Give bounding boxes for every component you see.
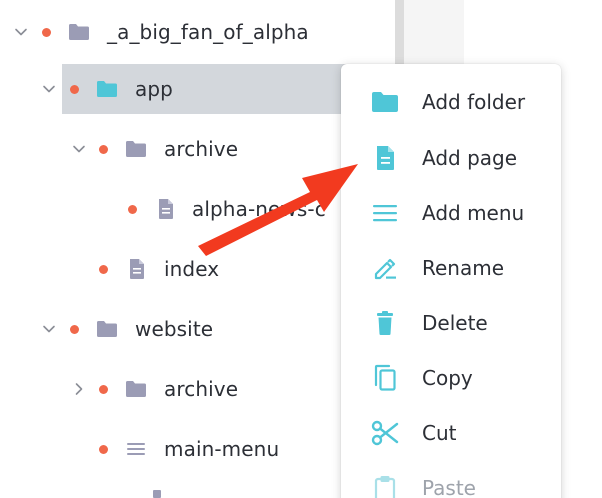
trash-icon xyxy=(369,295,401,350)
menu-item-label: Paste xyxy=(422,475,476,498)
menu-item-label: Add menu xyxy=(422,200,525,225)
status-dot xyxy=(97,124,109,174)
tree-item-label: main-menu xyxy=(164,437,280,461)
tree-item-alpha-news[interactable]: alpha-news-c xyxy=(0,184,395,234)
tree-item-label: archive xyxy=(164,137,239,161)
scissors-icon xyxy=(369,405,401,460)
status-dot xyxy=(97,364,109,414)
clipboard-icon xyxy=(369,460,401,498)
status-dot xyxy=(97,244,109,294)
status-dot xyxy=(68,304,80,354)
status-dot xyxy=(40,7,52,57)
status-dot xyxy=(97,424,109,474)
menu-item-label: Delete xyxy=(422,310,488,335)
cut-menu-item[interactable]: Cut xyxy=(341,405,561,460)
folder-icon xyxy=(123,124,149,174)
file-tree: _a_big_fan_of_alpha app archive alpha-ne… xyxy=(0,0,395,498)
menu-icon xyxy=(123,424,149,474)
menu-item-label: Add page xyxy=(422,145,518,170)
folder-icon xyxy=(369,74,401,129)
tree-item-label: archive xyxy=(164,377,239,401)
tree-item-archive[interactable]: archive xyxy=(0,124,395,174)
tree-item-website[interactable]: website xyxy=(0,304,395,354)
tree-item-label: alpha-news-c xyxy=(192,197,326,221)
context-menu: Add folder Add page Add menu Rename Dele xyxy=(341,64,561,498)
page-icon xyxy=(369,130,401,185)
chevron-down-icon[interactable] xyxy=(40,304,58,354)
folder-icon xyxy=(94,64,120,114)
paste-menu-item[interactable]: Paste xyxy=(341,460,561,498)
tree-item-label: index xyxy=(164,257,220,281)
tree-item-label: website xyxy=(135,317,214,341)
chevron-down-icon[interactable] xyxy=(70,124,88,174)
menu-item-label: Copy xyxy=(422,365,473,390)
add-page-menu-item[interactable]: Add page xyxy=(341,130,561,185)
delete-menu-item[interactable]: Delete xyxy=(341,295,561,350)
folder-icon xyxy=(123,364,149,414)
copy-menu-item[interactable]: Copy xyxy=(341,350,561,405)
folder-icon xyxy=(153,490,161,498)
tree-item-index[interactable]: index xyxy=(0,244,395,294)
folder-icon xyxy=(94,304,120,354)
rename-menu-item[interactable]: Rename xyxy=(341,240,561,295)
tree-item-app[interactable]: app xyxy=(0,64,395,114)
page-icon xyxy=(124,244,150,294)
app-window: _a_big_fan_of_alpha app archive alpha-ne… xyxy=(0,0,602,498)
tree-item-label: app xyxy=(135,77,173,101)
chevron-down-icon[interactable] xyxy=(40,64,58,114)
tree-item-website-archive[interactable]: archive xyxy=(0,364,395,414)
tree-item-label: _a_big_fan_of_alpha xyxy=(107,20,309,44)
status-dot xyxy=(68,64,80,114)
chevron-right-icon[interactable] xyxy=(70,364,88,414)
menu-item-label: Rename xyxy=(422,255,505,280)
add-folder-menu-item[interactable]: Add folder xyxy=(341,74,561,129)
tree-item-main-menu[interactable]: main-menu xyxy=(0,424,395,474)
copy-icon xyxy=(369,350,401,405)
menu-item-label: Add folder xyxy=(422,89,526,114)
tree-item-root[interactable]: _a_big_fan_of_alpha xyxy=(0,7,395,57)
status-dot xyxy=(126,184,138,234)
menu-item-label: Cut xyxy=(422,420,457,445)
pencil-icon xyxy=(369,240,401,295)
page-icon xyxy=(153,184,179,234)
folder-icon xyxy=(66,7,92,57)
add-menu-menu-item[interactable]: Add menu xyxy=(341,185,561,240)
menu-icon xyxy=(369,185,401,240)
chevron-down-icon[interactable] xyxy=(12,7,30,57)
